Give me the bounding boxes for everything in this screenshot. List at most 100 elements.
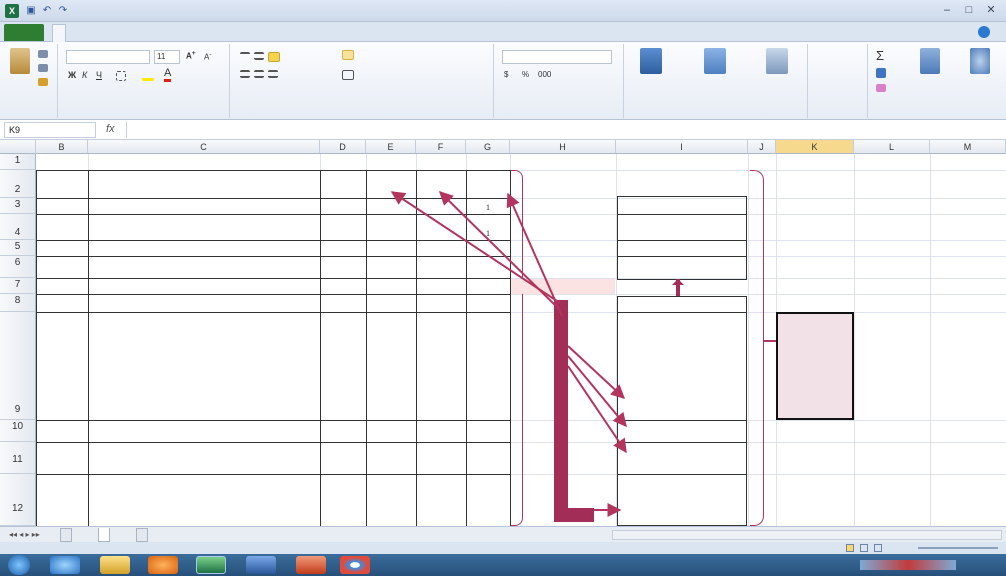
align-right-icon[interactable] xyxy=(268,70,278,78)
currency-icon[interactable]: $ xyxy=(504,70,508,79)
chrome-taskbar-icon[interactable] xyxy=(340,556,370,574)
table-cell-b[interactable] xyxy=(38,203,86,213)
table-cell-e[interactable] xyxy=(368,409,414,419)
row-header-7[interactable]: 7 xyxy=(0,278,36,294)
percent-icon[interactable]: % xyxy=(522,70,529,79)
row-header-8[interactable]: 8 xyxy=(0,294,36,312)
clear-icon[interactable] xyxy=(876,84,886,92)
table-cell-d[interactable] xyxy=(322,301,364,311)
table-cell-f[interactable] xyxy=(418,431,464,441)
table-cell-g[interactable] xyxy=(468,267,508,277)
row-header-6[interactable]: 6 xyxy=(0,256,36,278)
start-button-icon[interactable] xyxy=(8,555,30,575)
row-header-11[interactable]: 11 xyxy=(0,442,36,474)
table-cell-b[interactable] xyxy=(38,229,86,239)
table-cell-f[interactable] xyxy=(418,203,464,213)
table-cell-c[interactable] xyxy=(92,314,318,419)
conditional-format-icon[interactable] xyxy=(640,48,662,74)
copy-icon[interactable] xyxy=(38,64,48,72)
sort-filter-icon[interactable] xyxy=(920,48,940,74)
undo-icon[interactable]: ↶ xyxy=(40,4,54,17)
bold-button[interactable]: Ж xyxy=(68,70,76,80)
table-cell-g[interactable]: 1 xyxy=(468,229,508,239)
table-cell-b[interactable] xyxy=(38,301,86,311)
column-header-d[interactable]: D xyxy=(320,140,366,154)
column-header-f[interactable]: F xyxy=(416,140,466,154)
table-cell-b[interactable] xyxy=(38,515,86,525)
table-cell-g[interactable] xyxy=(468,409,508,419)
table-cell-g[interactable] xyxy=(468,515,508,525)
zoom-slider[interactable] xyxy=(918,547,998,549)
thousands-icon[interactable]: 000 xyxy=(538,70,551,79)
column-header-j[interactable]: J xyxy=(748,140,776,154)
table-cell-d[interactable] xyxy=(322,283,364,293)
table-cell-c[interactable] xyxy=(92,258,318,277)
legend-item-km[interactable] xyxy=(620,422,746,442)
table-cell-c[interactable] xyxy=(92,216,318,239)
help-icon[interactable] xyxy=(978,26,990,38)
table-cell-d[interactable] xyxy=(322,229,364,239)
row-header-2[interactable]: 2 xyxy=(0,170,36,198)
horizontal-scrollbar[interactable] xyxy=(612,530,1002,540)
table-cell-c[interactable] xyxy=(92,444,318,473)
legend-item-kv[interactable] xyxy=(620,396,746,418)
column-header-l[interactable]: L xyxy=(854,140,930,154)
table-cell-b[interactable] xyxy=(38,409,86,419)
borders-icon[interactable] xyxy=(116,71,126,81)
table-cell-g[interactable] xyxy=(468,431,508,441)
view-pagebreak-icon[interactable] xyxy=(874,544,882,552)
table-cell-f[interactable] xyxy=(418,515,464,525)
grow-font-icon[interactable]: A+ xyxy=(186,50,196,61)
italic-button[interactable]: К xyxy=(82,70,87,80)
column-header-b[interactable]: B xyxy=(36,140,88,154)
find-select-icon[interactable] xyxy=(970,48,990,74)
sheet-tab-3[interactable] xyxy=(136,528,148,542)
table-cell-f[interactable] xyxy=(418,463,464,473)
table-cell-c[interactable] xyxy=(92,301,318,311)
align-top-icon[interactable] xyxy=(240,52,250,60)
column-header-c[interactable]: C xyxy=(88,140,320,154)
table-cell-e[interactable] xyxy=(368,515,414,525)
redo-icon[interactable]: ↷ xyxy=(56,4,70,17)
maximize-button[interactable]: □ xyxy=(958,3,980,18)
table-cell-b[interactable] xyxy=(38,283,86,293)
align-center-icon[interactable] xyxy=(254,70,264,78)
save-icon[interactable]: ▣ xyxy=(24,4,38,17)
sheet-tab-2[interactable] xyxy=(98,528,110,542)
align-bottom-icon[interactable] xyxy=(268,52,280,62)
format-painter-icon[interactable] xyxy=(38,78,48,86)
table-cell-e[interactable] xyxy=(368,283,414,293)
close-button[interactable]: ✕ xyxy=(980,3,1002,18)
view-layout-icon[interactable] xyxy=(860,544,868,552)
table-cell-e[interactable] xyxy=(368,431,414,441)
tab-file[interactable] xyxy=(4,24,44,41)
select-all-corner[interactable] xyxy=(0,140,36,154)
font-size-combo[interactable]: 11 xyxy=(154,50,180,64)
column-header-g[interactable]: G xyxy=(466,140,510,154)
merge-center-icon[interactable] xyxy=(342,70,354,80)
shrink-font-icon[interactable]: A- xyxy=(204,51,212,62)
table-cell-d[interactable] xyxy=(322,409,364,419)
table-cell-f[interactable] xyxy=(418,245,464,255)
row-header-12[interactable]: 12 xyxy=(0,474,36,526)
worksheet-grid[interactable]: B C D E F G H I J K L M 1 2 3 4 5 6 7 8 … xyxy=(0,140,1006,526)
table-cell-f[interactable] xyxy=(418,283,464,293)
table-cell-f[interactable] xyxy=(418,301,464,311)
align-left-icon[interactable] xyxy=(240,70,250,78)
format-as-table-icon[interactable] xyxy=(704,48,726,74)
table-cell-g[interactable] xyxy=(468,245,508,255)
table-cell-g[interactable]: 1 xyxy=(468,203,508,213)
table-cell-c[interactable] xyxy=(92,245,318,255)
table-cell-b[interactable] xyxy=(38,463,86,473)
table-cell-d[interactable] xyxy=(322,515,364,525)
row-header-9[interactable]: 9 xyxy=(0,312,36,420)
table-cell-d[interactable] xyxy=(322,431,364,441)
cut-icon[interactable] xyxy=(38,50,48,58)
table-cell-c[interactable] xyxy=(92,476,318,525)
table-cell-d[interactable] xyxy=(322,267,364,277)
name-box[interactable]: K9 xyxy=(4,122,96,138)
excel-app-icon[interactable]: X xyxy=(5,4,19,18)
table-cell-d[interactable] xyxy=(322,245,364,255)
tab-home[interactable] xyxy=(52,24,66,43)
table-cell-b[interactable] xyxy=(38,431,86,441)
